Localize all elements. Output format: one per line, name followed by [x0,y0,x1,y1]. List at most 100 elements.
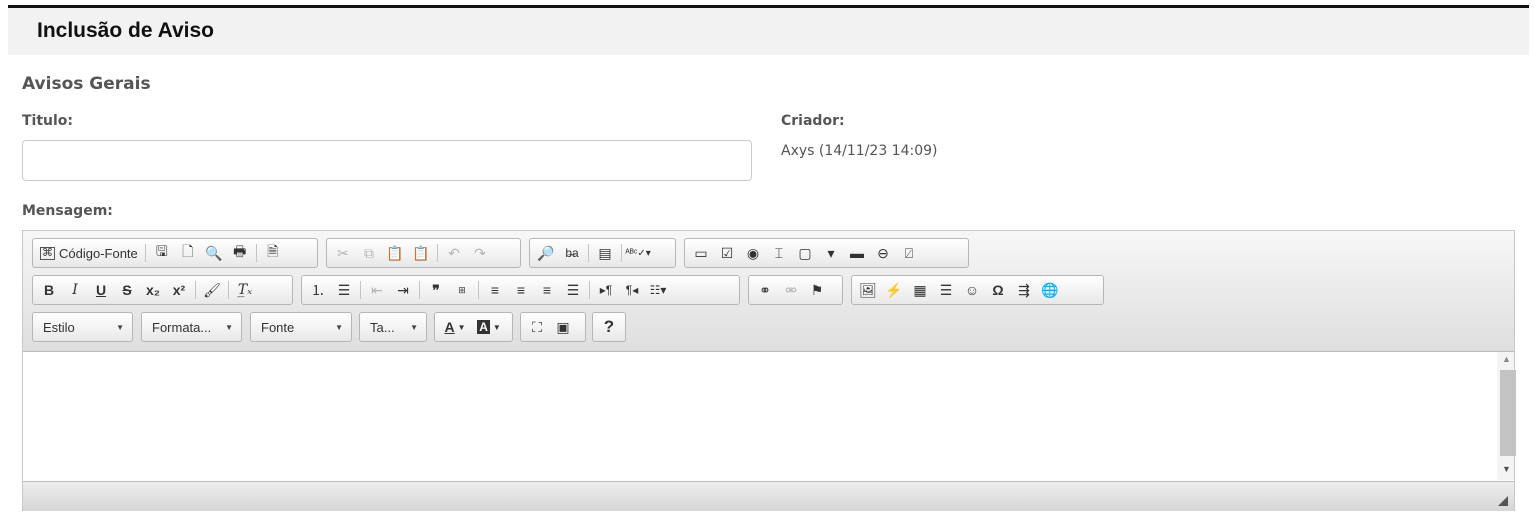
justify-icon: ☰ [566,281,580,298]
blockquote-button[interactable]: ❞ [423,278,449,302]
scroll-up-icon[interactable]: ▲ [1502,354,1511,364]
bold-button[interactable]: B [36,278,62,302]
templates-icon: 🗎 [267,243,279,259]
button-icon: ▬ [850,245,864,261]
bg-color-button[interactable]: A ▼ [472,315,506,339]
superscript-button[interactable]: x² [166,278,192,302]
help-group: ? [592,312,626,342]
link-button[interactable]: ⚭ [752,278,778,302]
print-button[interactable]: 🖶 [227,241,253,265]
textarea-button[interactable]: ▢ [792,241,818,265]
smiley-button[interactable]: ☺ [959,278,985,302]
find-icon: 🔎 [537,244,555,261]
select-button[interactable]: ▾ [818,241,844,265]
editor-statusbar [23,481,1514,511]
paste-button[interactable]: 📋 [382,241,408,265]
special-char-button[interactable]: Ω [985,278,1011,302]
help-button[interactable]: ? [599,315,619,339]
image-button-button[interactable]: ⊖ [870,241,896,265]
select-all-button[interactable]: ▤ [592,241,618,265]
preview-button[interactable]: 🔍 [201,241,227,265]
new-page-button[interactable]: 🗋 [175,241,201,265]
save-icon: 🖫 [155,243,168,259]
chevron-down-icon: ▼ [410,323,418,332]
undo-button[interactable]: ↶ [441,241,467,265]
align-left-button[interactable]: ≡ [482,278,508,302]
editor-toolbar: ⌘ Código-Fonte 🖫 🗋 🔍 🖶 🗎 ✂ ⧉ 📋 📋 ↶ ↷ 🔎 b… [23,231,1514,352]
chevron-down-icon: ▼ [335,323,343,332]
horizontal-rule-icon: ☰ [939,281,953,298]
align-right-button[interactable]: ≡ [534,278,560,302]
titulo-input[interactable] [22,140,752,181]
font-combo-label: Fonte [261,319,295,335]
align-left-icon: ≡ [490,282,500,298]
source-button[interactable]: ⌘ Código-Fonte [36,241,142,265]
maximize-button[interactable]: ⛶ [524,315,550,339]
page-break-button[interactable]: ⇶ [1011,278,1037,302]
format-combo[interactable]: Formata... ▼ [141,312,242,342]
iframe-button[interactable]: 🌐 [1037,278,1063,302]
toolbar-separator [589,281,590,299]
forms-group: ▭ ☑ ◉ ⌶ ▢ ▾ ▬ ⊖ ⍁ [684,238,969,268]
redo-button[interactable]: ↷ [467,241,493,265]
anchor-button[interactable]: ⚑ [804,278,830,302]
strike-button[interactable]: S [114,278,140,302]
ltr-button[interactable]: ▸¶ [593,278,619,302]
style-combo[interactable]: Estilo ▼ [32,312,133,342]
scroll-down-icon[interactable]: ▼ [1502,464,1511,474]
special-char-icon: Ω [992,282,1004,298]
unlink-button[interactable]: ⚮ [778,278,804,302]
toolbar-separator [621,244,622,262]
show-blocks-icon: ▣ [556,318,570,335]
show-blocks-button[interactable]: ▣ [550,315,576,339]
copy-button[interactable]: ⧉ [356,241,382,265]
language-button[interactable]: ☷▾ [645,278,671,302]
numbered-list-button[interactable]: ⒈ [305,278,331,302]
cut-button[interactable]: ✂ [330,241,356,265]
select-all-icon: ▤ [598,244,612,261]
rtl-button[interactable]: ¶◂ [619,278,645,302]
paste-icon: 📋 [386,244,404,261]
save-button[interactable]: 🖫 [149,241,175,265]
bulleted-list-button[interactable]: ☰ [331,278,357,302]
table-button[interactable]: ▦ [907,278,933,302]
underline-button[interactable]: U [88,278,114,302]
radio-button[interactable]: ◉ [740,241,766,265]
outdent-button[interactable]: ⇤ [364,278,390,302]
remove-format-button[interactable]: T̲ₓ [232,278,258,302]
find-button[interactable]: 🔎 [533,241,559,265]
indent-button[interactable]: ⇥ [390,278,416,302]
justify-button[interactable]: ☰ [560,278,586,302]
subscript-button[interactable]: x₂ [140,278,166,302]
div-button[interactable]: ⊞ [449,278,475,302]
editor-content-area[interactable] [23,352,1514,480]
editor-scrollbar[interactable]: ▲ ▼ [1497,352,1516,480]
align-center-button[interactable]: ≡ [508,278,534,302]
paste-text-button[interactable]: 📋 [408,241,434,265]
size-combo[interactable]: Ta... ▼ [359,312,427,342]
document-group: ⌘ Código-Fonte 🖫 🗋 🔍 🖶 🗎 [32,238,318,268]
resize-handle-icon[interactable] [1498,496,1508,506]
templates-button[interactable]: 🗎 [260,241,286,265]
hidden-field-button[interactable]: ⍁ [896,241,922,265]
checkbox-button[interactable]: ☑ [714,241,740,265]
text-color-button[interactable]: A ▼ [438,315,472,339]
form-button-button[interactable]: ▬ [844,241,870,265]
image-button[interactable]: 🖼 [855,278,881,302]
insert-group: 🖼 ⚡ ▦ ☰ ☺ Ω ⇶ 🌐 [851,275,1104,305]
italic-button[interactable]: I [62,278,88,302]
horizontal-rule-button[interactable]: ☰ [933,278,959,302]
copy-format-button[interactable]: 🖌 [199,278,225,302]
textfield-button[interactable]: ⌶ [766,241,792,265]
page-title: Inclusão de Aviso [37,19,214,42]
unlink-icon: ⚮ [785,281,797,298]
font-combo[interactable]: Fonte ▼ [250,312,352,342]
links-group: ⚭ ⚮ ⚑ [748,275,843,305]
copy-icon: ⧉ [364,244,374,261]
replace-button[interactable]: b̶a [559,241,585,265]
scrollbar-thumb[interactable] [1500,370,1516,456]
superscript-icon: x² [172,282,186,298]
flash-button[interactable]: ⚡ [881,278,907,302]
form-button[interactable]: ▭ [688,241,714,265]
spellcheck-button[interactable]: ᴬᴮᶜ✓▾ [625,241,651,265]
